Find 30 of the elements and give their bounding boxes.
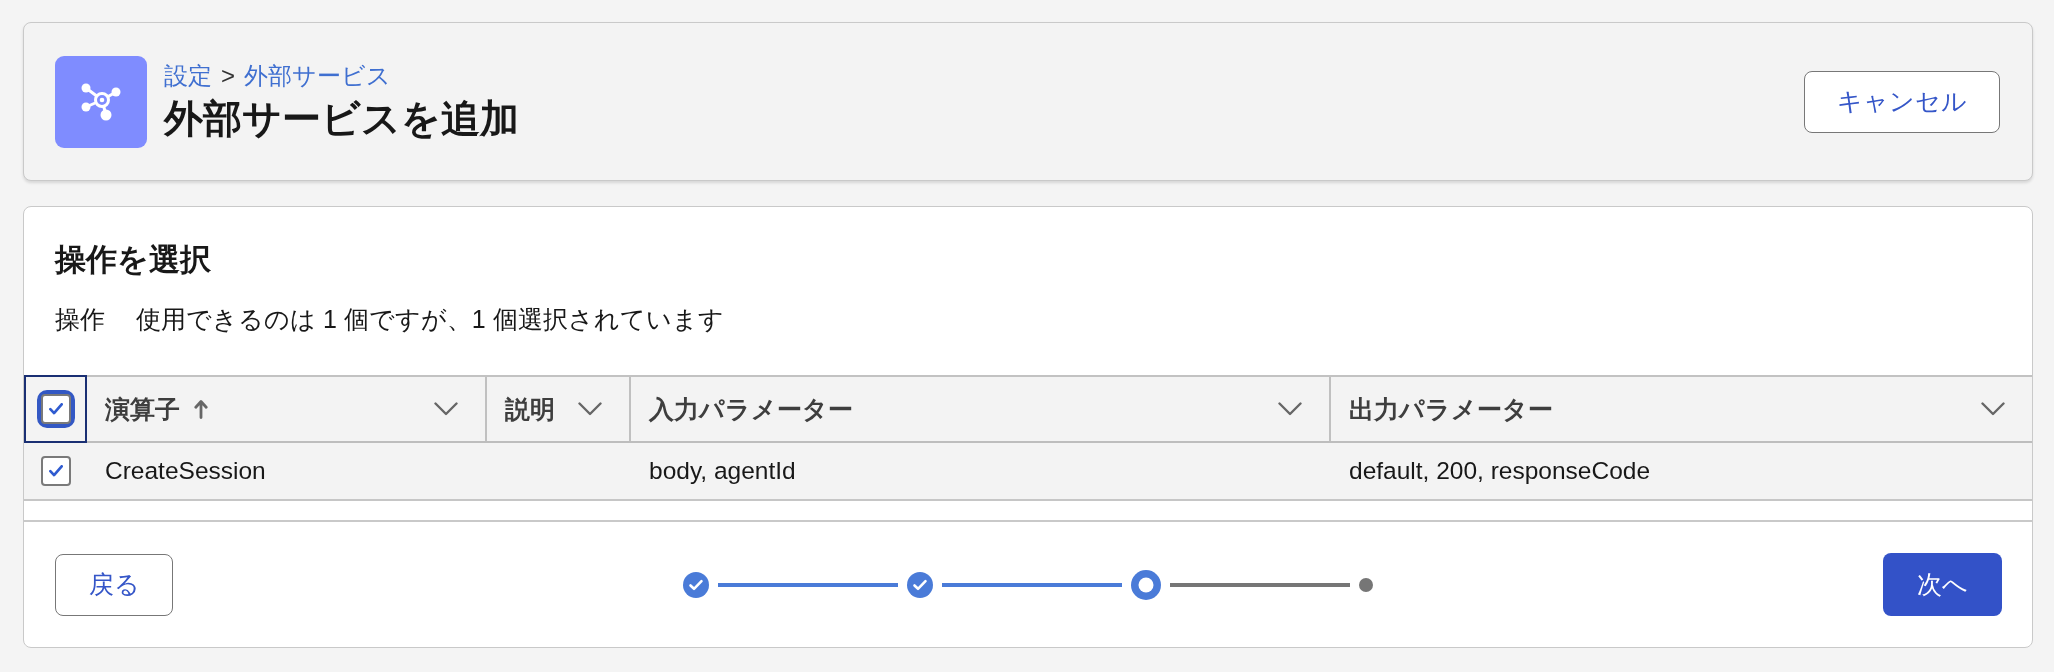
back-button[interactable]: 戻る xyxy=(55,553,173,616)
chevron-down-icon[interactable] xyxy=(1278,402,1302,416)
next-button[interactable]: 次へ xyxy=(1883,553,2002,616)
table-row[interactable]: CreateSession body, agentId default, 200, responseCode xyxy=(24,443,2032,501)
check-icon xyxy=(48,465,63,477)
network-icon xyxy=(55,55,147,148)
ring-icon[interactable] xyxy=(1131,569,1161,600)
table-cell: default, 200, responseCode xyxy=(1349,457,1651,485)
checkbox[interactable] xyxy=(40,456,71,486)
chevron-down-icon[interactable] xyxy=(434,402,458,416)
table-cell: body, agentId xyxy=(649,457,796,485)
checkbox[interactable] xyxy=(36,390,75,428)
breadcrumb-link[interactable]: 設定 xyxy=(164,61,212,90)
column-header[interactable]: 入力パラメーター xyxy=(649,392,853,426)
column-header[interactable]: 演算子 xyxy=(105,392,208,426)
selection-summary: 使用できるのは 1 個ですが、1 個選択されています xyxy=(136,304,724,334)
chevron-down-icon[interactable] xyxy=(1981,402,2005,416)
table-cell: CreateSession xyxy=(105,457,266,485)
chevron-down-icon[interactable] xyxy=(578,402,602,416)
check-icon xyxy=(48,403,63,415)
page-title: 外部サービスを追加 xyxy=(164,95,519,142)
cancel-button[interactable]: キャンセル xyxy=(1804,70,2000,133)
column-header[interactable]: 説明 xyxy=(505,392,555,426)
check-circle-icon[interactable] xyxy=(907,571,933,598)
column-header[interactable]: 出力パラメーター xyxy=(1349,392,1553,426)
check-circle-icon[interactable] xyxy=(683,571,709,598)
section-title: 操作を選択 xyxy=(55,241,211,278)
breadcrumb-link[interactable]: 外部サービス xyxy=(244,61,391,90)
breadcrumb-separator: > xyxy=(221,61,235,90)
field-label: 操作 xyxy=(55,304,105,334)
